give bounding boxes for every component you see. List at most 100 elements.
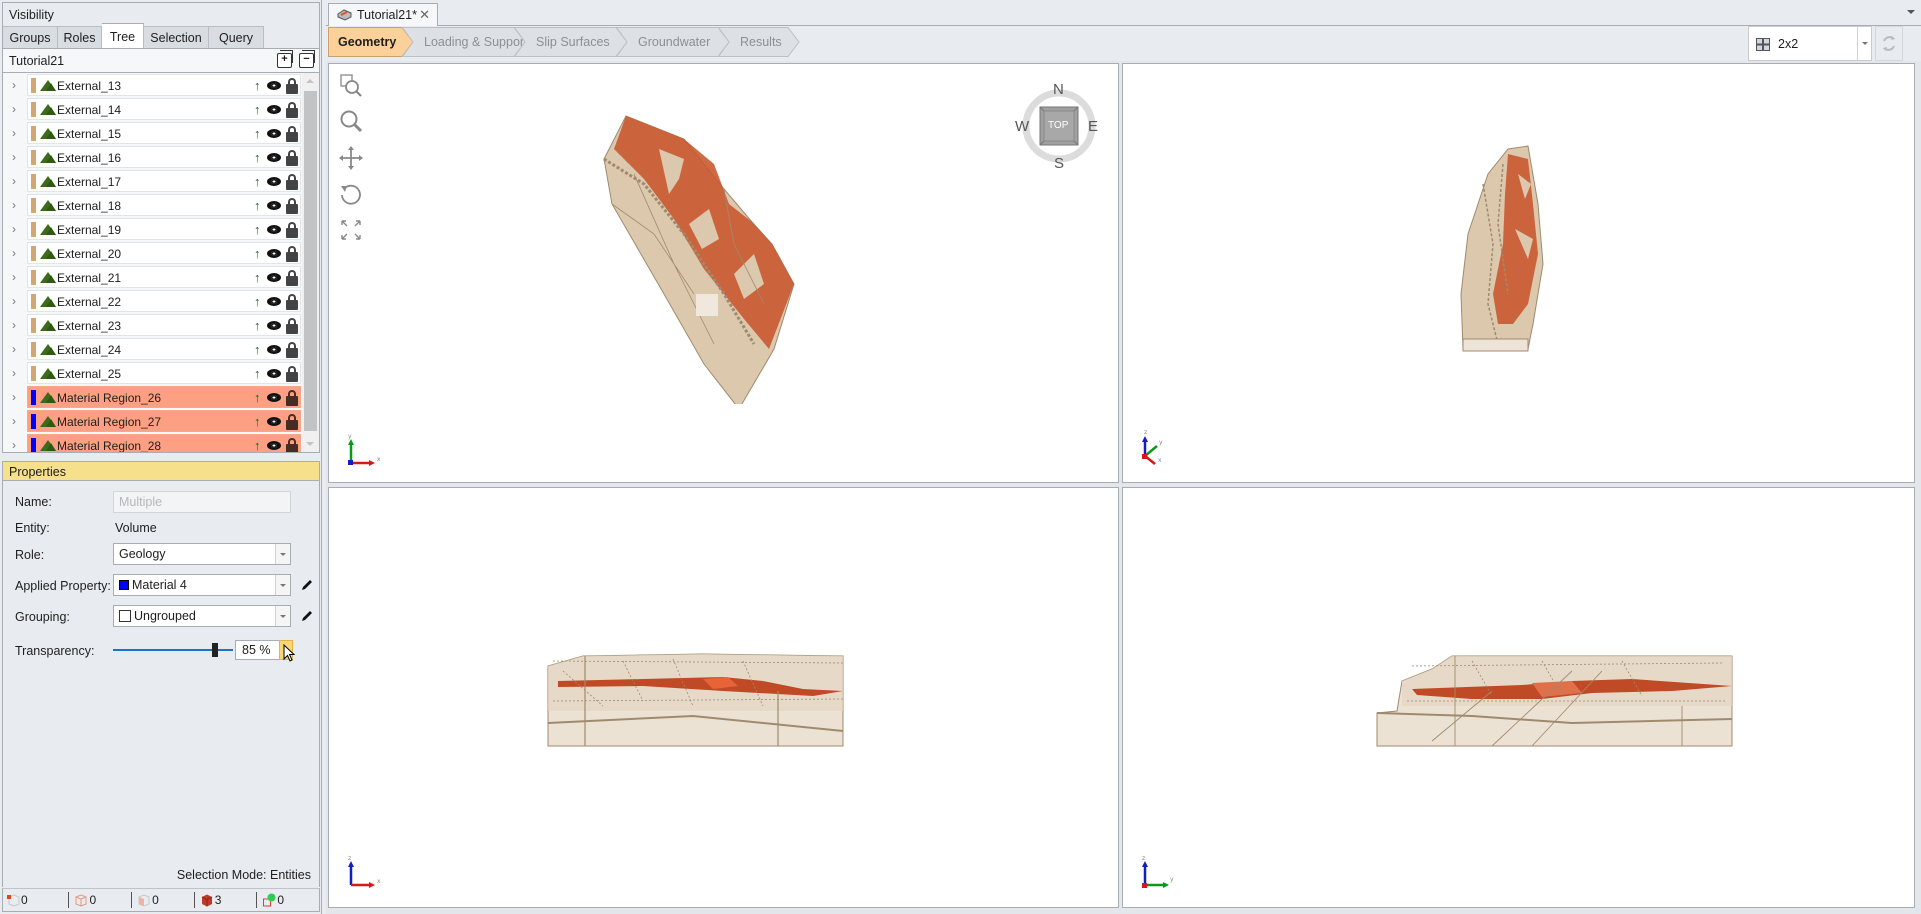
eye-icon[interactable]: [267, 441, 281, 450]
applied-property-dropdown[interactable]: Material 4: [113, 574, 291, 596]
status-objects[interactable]: 0: [256, 892, 319, 908]
lock-icon[interactable]: [286, 270, 298, 286]
chevron-down-icon[interactable]: [1857, 27, 1871, 60]
tree-item-cell[interactable]: External_15 ↑: [27, 122, 301, 144]
edit-pencil-icon[interactable]: [300, 578, 314, 592]
document-tab[interactable]: Tutorial21* ✕: [328, 3, 438, 26]
tree-item-cell[interactable]: Material Region_28 ↑: [27, 434, 301, 452]
lock-icon[interactable]: [286, 222, 298, 238]
expand-chevron-icon[interactable]: ›: [12, 102, 16, 116]
move-up-arrow-icon[interactable]: ↑: [254, 438, 261, 452]
move-up-arrow-icon[interactable]: ↑: [254, 270, 261, 285]
status-faces[interactable]: 0: [131, 892, 194, 908]
expand-chevron-icon[interactable]: ›: [12, 318, 16, 332]
expand-all-icon[interactable]: +: [277, 50, 293, 68]
tree-item[interactable]: › External_24 ↑: [3, 337, 301, 361]
tab-selection[interactable]: Selection: [144, 26, 209, 48]
workflow-step-results[interactable]: Results: [718, 27, 800, 57]
expand-chevron-icon[interactable]: ›: [12, 246, 16, 260]
close-tab-icon[interactable]: ✕: [419, 7, 430, 23]
eye-icon[interactable]: [267, 225, 281, 234]
lock-icon[interactable]: [286, 414, 298, 430]
tree-item[interactable]: › External_25 ↑: [3, 361, 301, 385]
lock-icon[interactable]: [286, 150, 298, 166]
scroll-up-arrow-icon[interactable]: [306, 79, 314, 83]
tree-item-cell[interactable]: External_17 ↑: [27, 170, 301, 192]
eye-icon[interactable]: [267, 417, 281, 426]
lock-icon[interactable]: [286, 246, 298, 262]
eye-icon[interactable]: [267, 201, 281, 210]
expand-chevron-icon[interactable]: ›: [12, 126, 16, 140]
document-menu-arrow-icon[interactable]: [1907, 10, 1915, 14]
move-up-arrow-icon[interactable]: ↑: [254, 366, 261, 381]
lock-icon[interactable]: [286, 366, 298, 382]
move-up-arrow-icon[interactable]: ↑: [254, 222, 261, 237]
tab-tree[interactable]: Tree: [102, 23, 144, 48]
viewport-layout-dropdown[interactable]: 2x2: [1748, 26, 1872, 61]
tree-scrollbar[interactable]: [302, 73, 319, 452]
eye-icon[interactable]: [267, 393, 281, 402]
status-vertices[interactable]: 0: [6, 892, 68, 908]
rotate-icon[interactable]: [337, 180, 365, 208]
move-up-arrow-icon[interactable]: ↑: [254, 78, 261, 93]
expand-chevron-icon[interactable]: ›: [12, 294, 16, 308]
eye-icon[interactable]: [267, 177, 281, 186]
tree-item-cell[interactable]: External_21 ↑: [27, 266, 301, 288]
eye-icon[interactable]: [267, 81, 281, 90]
tree-item[interactable]: › Material Region_28 ↑: [3, 433, 301, 452]
lock-icon[interactable]: [286, 438, 298, 452]
tree-item[interactable]: › External_20 ↑: [3, 241, 301, 265]
move-up-arrow-icon[interactable]: ↑: [254, 246, 261, 261]
lock-icon[interactable]: [286, 318, 298, 334]
name-field[interactable]: Multiple: [113, 491, 291, 513]
move-up-arrow-icon[interactable]: ↑: [254, 294, 261, 309]
eye-icon[interactable]: [267, 321, 281, 330]
zoom-window-icon[interactable]: [337, 72, 365, 100]
status-edges[interactable]: 0: [68, 892, 131, 908]
tree-item-cell[interactable]: Material Region_27 ↑: [27, 410, 301, 432]
lock-icon[interactable]: [286, 390, 298, 406]
tree-item[interactable]: › External_21 ↑: [3, 265, 301, 289]
move-up-arrow-icon[interactable]: ↑: [254, 342, 261, 357]
expand-chevron-icon[interactable]: ›: [12, 78, 16, 92]
move-up-arrow-icon[interactable]: ↑: [254, 150, 261, 165]
tree-item[interactable]: › External_18 ↑: [3, 193, 301, 217]
tree-item-cell[interactable]: External_13 ↑: [27, 74, 301, 96]
tree-item-cell[interactable]: External_25 ↑: [27, 362, 301, 384]
lock-icon[interactable]: [286, 342, 298, 358]
view-compass[interactable]: N S E W TOP: [1015, 81, 1100, 172]
tree-item-cell[interactable]: External_24 ↑: [27, 338, 301, 360]
tree-item[interactable]: › External_19 ↑: [3, 217, 301, 241]
expand-chevron-icon[interactable]: ›: [12, 342, 16, 356]
tree-item-cell[interactable]: External_22 ↑: [27, 290, 301, 312]
role-dropdown[interactable]: Geology: [113, 543, 291, 565]
refresh-button[interactable]: [1875, 26, 1903, 61]
eye-icon[interactable]: [267, 273, 281, 282]
lock-icon[interactable]: [286, 294, 298, 310]
move-up-arrow-icon[interactable]: ↑: [254, 102, 261, 117]
move-up-arrow-icon[interactable]: ↑: [254, 414, 261, 429]
expand-chevron-icon[interactable]: ›: [12, 174, 16, 188]
chevron-down-icon[interactable]: [275, 606, 290, 626]
workflow-step-groundwater[interactable]: Groundwater: [616, 27, 730, 57]
eye-icon[interactable]: [267, 369, 281, 378]
move-up-arrow-icon[interactable]: ↑: [254, 390, 261, 405]
move-up-arrow-icon[interactable]: ↑: [254, 318, 261, 333]
workflow-step-loading-support[interactable]: Loading & Support: [402, 27, 528, 57]
zoom-icon[interactable]: [337, 108, 365, 136]
expand-chevron-icon[interactable]: ›: [12, 222, 16, 236]
scroll-thumb[interactable]: [304, 91, 317, 431]
grouping-dropdown[interactable]: Ungrouped: [113, 605, 291, 627]
tree-item-cell[interactable]: External_18 ↑: [27, 194, 301, 216]
scroll-down-arrow-icon[interactable]: [306, 442, 314, 446]
tree-root-label[interactable]: Tutorial21: [9, 54, 64, 68]
eye-icon[interactable]: [267, 153, 281, 162]
tree-item[interactable]: › External_16 ↑: [3, 145, 301, 169]
tree-item[interactable]: › External_17 ↑: [3, 169, 301, 193]
tree-item-cell[interactable]: Material Region_26 ↑: [27, 386, 301, 408]
viewport-front[interactable]: zx: [328, 487, 1119, 908]
expand-chevron-icon[interactable]: ›: [12, 270, 16, 284]
expand-chevron-icon[interactable]: ›: [12, 438, 16, 452]
eye-icon[interactable]: [267, 249, 281, 258]
compass-top-button[interactable]: TOP: [1048, 120, 1068, 131]
